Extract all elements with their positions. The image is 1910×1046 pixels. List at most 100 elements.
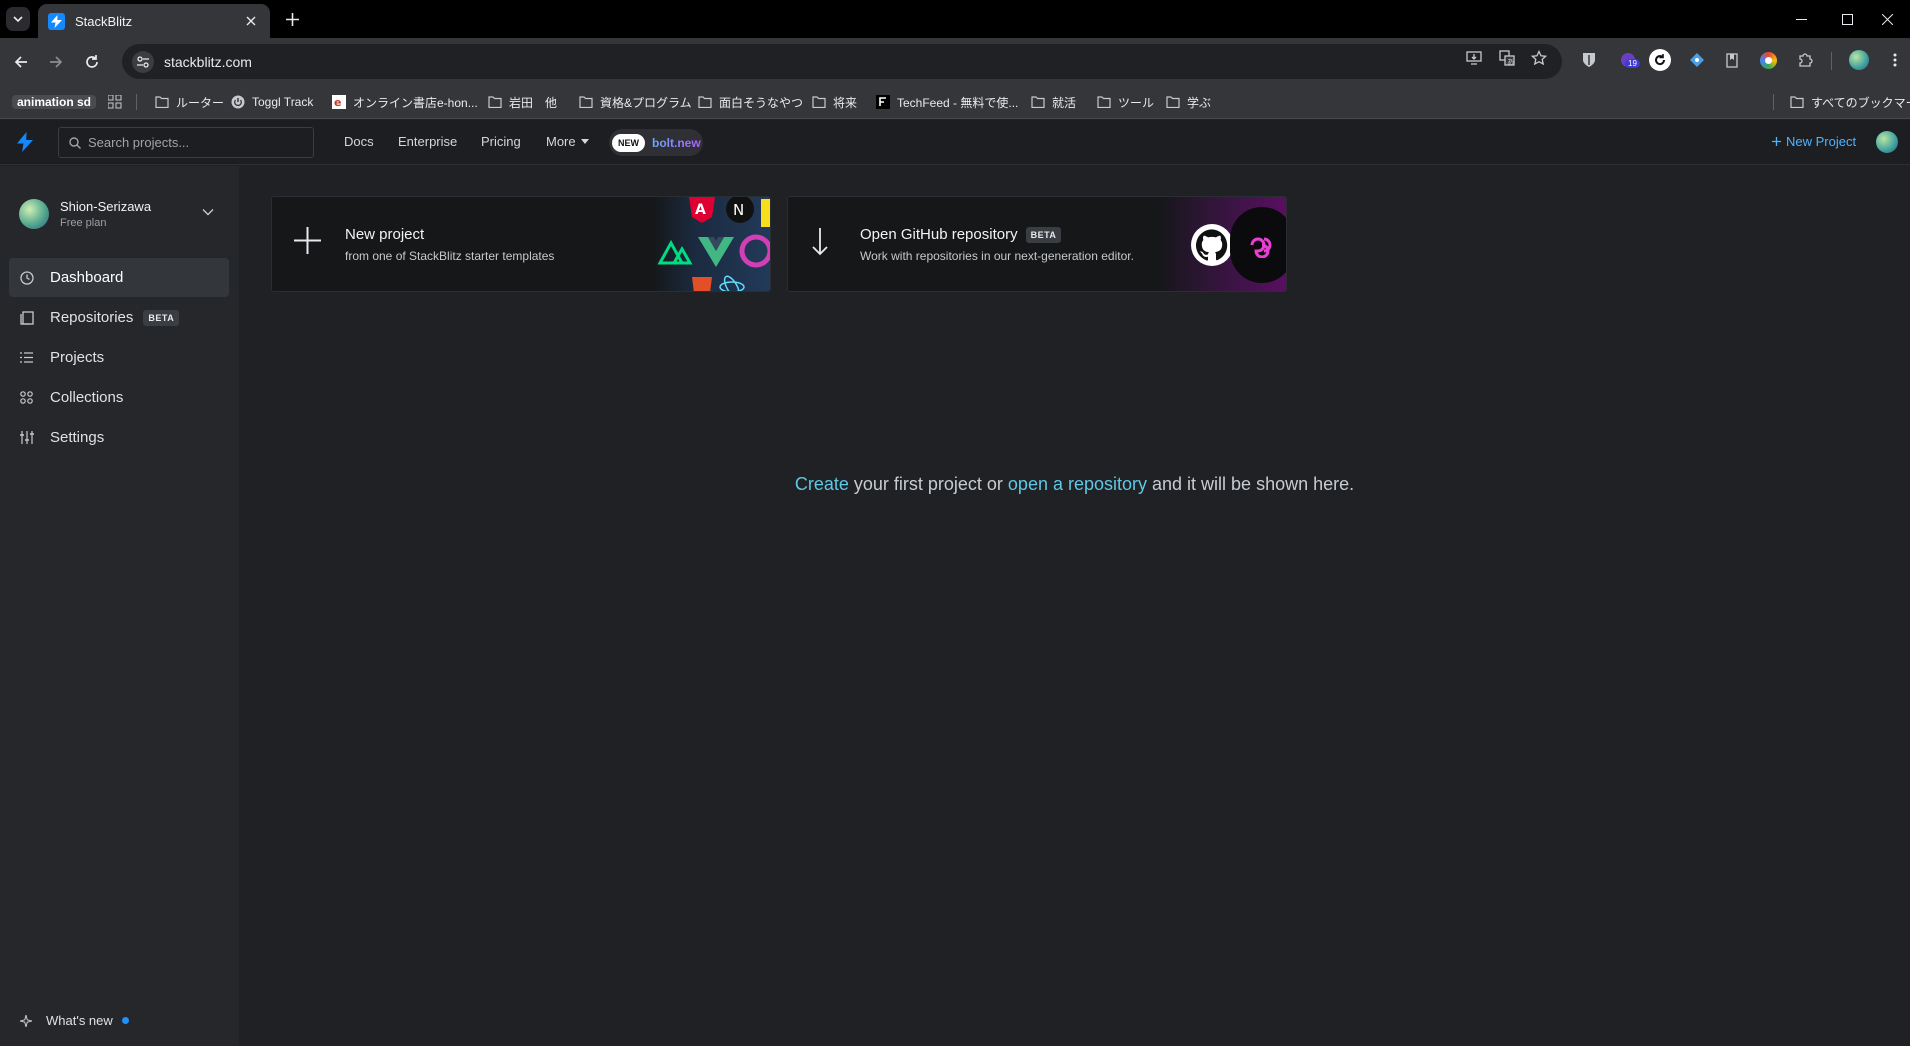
chevron-down-icon[interactable] — [202, 208, 214, 216]
bitwarden-extension-icon[interactable] — [1578, 49, 1600, 71]
sliders-icon — [19, 430, 34, 445]
bookmark-techfeed[interactable]: TechFeed - 無料で使... — [876, 91, 1018, 113]
sidebar-item-label: Collections — [50, 389, 124, 406]
stackblitz-favicon — [48, 12, 65, 30]
tab-search-button[interactable] — [6, 7, 30, 31]
bookmark-toggl-track[interactable]: Toggl Track — [231, 91, 313, 113]
new-project-card[interactable]: New project from one of StackBlitz start… — [271, 196, 771, 292]
sidebar-item-label: Repositories — [50, 309, 134, 326]
qwik-logo-icon — [739, 234, 770, 268]
extensions-puzzle-icon[interactable] — [1794, 49, 1816, 71]
bookmark-folder-shikaku[interactable]: 資格&プログラム — [579, 91, 692, 113]
sidebar-item-projects[interactable]: Projects — [9, 338, 229, 377]
bolt-new-label: bolt.new — [652, 135, 701, 150]
sidebar-item-repositories[interactable]: Repositories BETA — [9, 298, 229, 337]
angular-logo-icon: A — [689, 197, 715, 223]
search-input[interactable] — [88, 135, 308, 150]
all-bookmarks-folder[interactable]: すべてのブックマーク — [1790, 91, 1910, 113]
caret-down-icon — [580, 139, 589, 144]
sidebar-item-dashboard[interactable]: Dashboard — [9, 258, 229, 297]
bookmark-extension-icon[interactable] — [1721, 49, 1743, 71]
new-project-button[interactable]: New Project — [1772, 134, 1856, 149]
browser-tab-stackblitz[interactable]: StackBlitz — [38, 4, 270, 38]
nav-docs[interactable]: Docs — [344, 134, 374, 149]
bookmark-folder-shourai[interactable]: 将来 — [812, 91, 857, 113]
folder-icon — [579, 96, 593, 108]
site-settings-icon[interactable] — [132, 50, 154, 73]
bookmark-folder-router[interactable]: ルーター — [155, 91, 224, 113]
open-repository-link[interactable]: open a repository — [1008, 474, 1147, 494]
whats-new-link[interactable]: What's new — [20, 1013, 129, 1028]
bookmarks-divider — [136, 94, 137, 110]
extension-badge-icon[interactable]: 19 — [1617, 49, 1640, 71]
nav-pricing[interactable]: Pricing — [481, 134, 521, 149]
bookmark-folder-manabu[interactable]: 学ぶ — [1166, 91, 1211, 113]
nuxt-logo-icon — [657, 239, 693, 265]
folder-icon — [1790, 96, 1804, 108]
beta-badge: BETA — [143, 309, 180, 326]
bookmark-folder-shukatsu[interactable]: 就活 — [1031, 91, 1076, 113]
translate-icon[interactable]: あ — [1496, 47, 1518, 69]
stackblitz-logo-icon[interactable] — [17, 132, 33, 152]
github-logo-icon — [1191, 224, 1233, 266]
sidebar: Shion-Serizawa Free plan Dashboard Repos… — [0, 166, 239, 1046]
bookmark-animation-sd[interactable]: animation sd — [12, 91, 97, 113]
svg-text:あ: あ — [1507, 58, 1514, 66]
close-tab-icon[interactable] — [242, 12, 260, 30]
close-window-button[interactable] — [1864, 0, 1910, 38]
open-github-repository-card[interactable]: Open GitHub repository BETA Work with re… — [787, 196, 1287, 292]
reload-button[interactable] — [80, 50, 104, 74]
bookmark-folder-iwata[interactable]: 岩田 他 — [488, 91, 557, 113]
bolt-new-link[interactable]: NEW bolt.new — [609, 129, 703, 156]
repo-icon — [19, 310, 34, 325]
forward-button[interactable] — [44, 50, 68, 74]
techfeed-icon — [876, 95, 890, 109]
browser-menu-icon[interactable] — [1884, 49, 1906, 71]
github-art — [1158, 197, 1286, 291]
arrow-left-icon — [14, 56, 27, 68]
bookmarks-divider-right — [1773, 94, 1774, 110]
profile-avatar[interactable] — [1848, 49, 1870, 71]
nav-more[interactable]: More — [546, 134, 589, 149]
plus-icon — [1772, 137, 1781, 146]
bookmarks-bar: animation sd ルーター Toggl Track e オンライン書店e… — [0, 85, 1910, 119]
reload-icon — [86, 55, 98, 68]
whats-new-label: What's new — [46, 1013, 113, 1028]
list-icon — [19, 350, 34, 365]
empty-state-message: Create your first project or open a repo… — [239, 474, 1910, 495]
sidebar-item-settings[interactable]: Settings — [9, 418, 229, 457]
card-subtitle: from one of StackBlitz starter templates — [345, 249, 555, 263]
empty-state-text-1: your first project or — [848, 474, 1008, 494]
puzzle-blue-extension-icon[interactable] — [1686, 49, 1708, 71]
new-project-label: New Project — [1786, 134, 1857, 149]
install-app-icon[interactable] — [1463, 47, 1485, 69]
react-logo-icon — [719, 275, 745, 291]
html5-logo-icon — [692, 277, 712, 291]
bookmark-e-hon[interactable]: e オンライン書店e-hon... — [332, 91, 478, 113]
minimize-button[interactable] — [1778, 0, 1824, 38]
folder-icon — [1097, 96, 1111, 108]
folder-icon — [1031, 96, 1045, 108]
browser-tab-strip: StackBlitz — [0, 0, 1910, 38]
js-logo-icon — [761, 199, 770, 227]
avatar — [19, 199, 49, 229]
new-tab-button[interactable] — [282, 9, 302, 29]
apps-grid-icon[interactable] — [108, 91, 122, 113]
bookmark-folder-tool[interactable]: ツール — [1097, 91, 1154, 113]
sidebar-item-label: Dashboard — [50, 269, 124, 286]
sidebar-item-collections[interactable]: Collections — [9, 378, 229, 417]
user-avatar[interactable] — [1876, 131, 1898, 153]
bookmark-folder-omoshiro[interactable]: 面白そうなやつ — [698, 91, 803, 113]
user-switcher[interactable]: Shion-Serizawa Free plan — [19, 199, 151, 229]
toolbar-divider — [1831, 52, 1832, 70]
svg-text:A: A — [695, 202, 706, 218]
folder-icon — [812, 96, 826, 108]
bookmark-star-icon[interactable] — [1528, 47, 1550, 69]
address-bar[interactable]: stackblitz.com — [122, 44, 1562, 79]
nav-enterprise[interactable]: Enterprise — [398, 134, 457, 149]
url-text: stackblitz.com — [164, 53, 252, 70]
color-extension-icon[interactable] — [1757, 49, 1779, 71]
back-button[interactable] — [9, 50, 33, 74]
create-project-link[interactable]: Create — [795, 474, 849, 494]
refresh-extension-icon[interactable] — [1649, 49, 1671, 71]
